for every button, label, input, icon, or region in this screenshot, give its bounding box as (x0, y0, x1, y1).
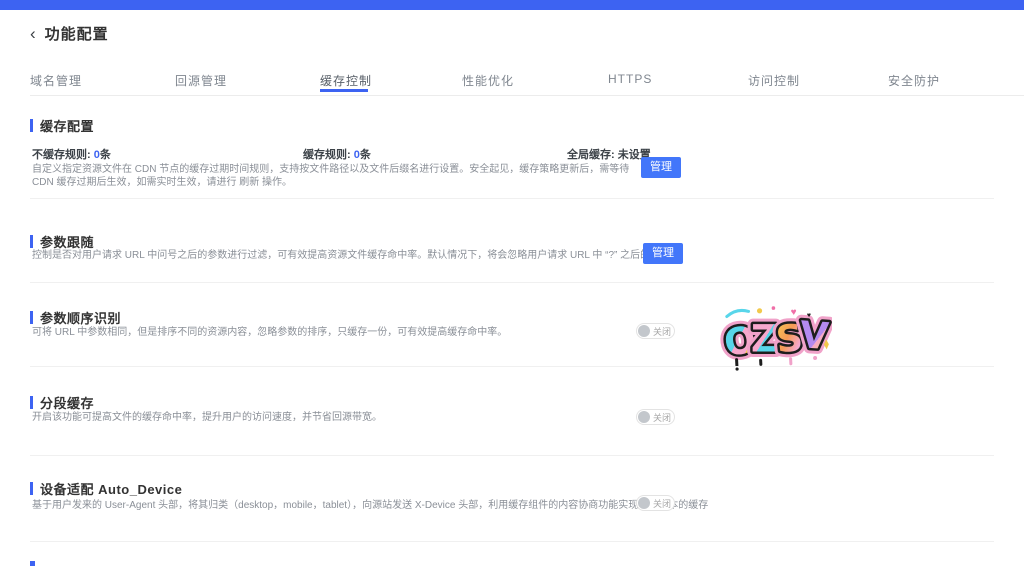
stat-label: 缓存规则: (303, 149, 351, 161)
top-accent-bar (0, 0, 1024, 10)
tab-domain-management[interactable]: 域名管理 (30, 72, 82, 94)
device-adapt-toggle[interactable]: 关闭 (636, 495, 675, 511)
section-title: 参数顺序识别 (40, 308, 121, 327)
section-divider (30, 198, 994, 199)
range-cache-toggle[interactable]: 关闭 (636, 409, 675, 425)
stat-suffix: 条 (100, 149, 111, 161)
section-accent-bar (30, 235, 33, 248)
watermark-small-heart-icon: ♥ (807, 312, 812, 319)
tab-cache-control[interactable]: 缓存控制 (320, 72, 372, 94)
section-accent-bar (30, 119, 33, 132)
section-divider (30, 282, 994, 283)
tab-bar: 域名管理 回源管理 缓存控制 性能优化 HTTPS 访问控制 安全防护 (0, 70, 1024, 96)
param-order-toggle[interactable]: 关闭 (636, 323, 675, 339)
tab-performance[interactable]: 性能优化 (462, 72, 514, 94)
watermark-swoosh-icon (727, 310, 749, 316)
toggle-knob-icon (638, 325, 650, 337)
watermark-dot-icon (772, 306, 776, 310)
watermark-drip (789, 357, 792, 365)
cursor-dot (30, 561, 35, 566)
section-param-order-header: 参数顺序识别 (30, 308, 121, 327)
watermark-letters: O O Z Z S S V V ♥ ♥ (721, 304, 832, 371)
section-title: 设备适配 Auto_Device (40, 479, 182, 498)
watermark-drip (759, 359, 762, 366)
tab-access-control[interactable]: 访问控制 (748, 72, 800, 94)
section-range-cache-header: 分段缓存 (30, 393, 94, 412)
toggle-knob-icon (638, 497, 650, 509)
page-title: 功能配置 (45, 23, 109, 44)
section-description: 开启该功能可提高文件的缓存命中率，提升用户的访问速度，并节省回源带宽。 (32, 411, 912, 424)
toggle-label: 关闭 (653, 497, 671, 510)
tab-https[interactable]: HTTPS (608, 72, 652, 94)
section-divider (30, 455, 994, 456)
stat-global-cache: 全局缓存: 未设置 (567, 146, 651, 162)
section-title: 分段缓存 (40, 393, 94, 412)
stat-label: 不缓存规则: (32, 149, 91, 161)
section-description: 控制是否对用户请求 URL 中问号之后的参数进行过滤，可有效提高资源文件缓存命中… (32, 249, 912, 262)
stat-cache-rules: 缓存规则: 0条 (303, 146, 371, 162)
toggle-label: 关闭 (653, 411, 671, 424)
toggle-label: 关闭 (653, 325, 671, 338)
tab-security[interactable]: 安全防护 (888, 72, 940, 94)
back-icon[interactable]: ‹ (30, 25, 36, 43)
section-device-adapt-header: 设备适配 Auto_Device (30, 479, 182, 498)
manage-cache-config-button[interactable]: 管理 (641, 157, 681, 178)
section-description: 自定义指定资源文件在 CDN 节点的缓存过期时间规则，支持按文件路径以及文件后缀… (32, 163, 644, 189)
tab-bottom-rule (30, 95, 1024, 96)
page-header: ‹ 功能配置 (30, 23, 109, 44)
svg-text:V: V (799, 313, 831, 358)
section-description: 基于用户发来的 User-Agent 头部，将其归类（desktop，mobil… (32, 499, 912, 512)
section-divider (30, 541, 994, 542)
watermark-drip (735, 367, 738, 370)
page: ‹ 功能配置 域名管理 回源管理 缓存控制 性能优化 HTTPS 访问控制 安全… (0, 0, 1024, 567)
section-accent-bar (30, 311, 33, 324)
section-accent-bar (30, 482, 33, 495)
manage-param-follow-button[interactable]: 管理 (643, 243, 683, 264)
section-divider (30, 366, 994, 367)
section-accent-bar (30, 396, 33, 409)
section-title: 缓存配置 (40, 116, 94, 135)
toggle-knob-icon (638, 411, 650, 423)
watermark-graffiti: O O Z Z S S V V ♥ ♥ (720, 304, 832, 372)
stat-label: 全局缓存: (567, 149, 615, 161)
stat-suffix: 条 (360, 149, 371, 161)
tab-origin-management[interactable]: 回源管理 (175, 72, 227, 94)
stat-no-cache-rules: 不缓存规则: 0条 (32, 146, 111, 162)
section-cache-config-header: 缓存配置 (30, 116, 94, 135)
watermark-dot-icon (757, 308, 762, 313)
watermark-heart-icon: ♥ (790, 307, 797, 318)
